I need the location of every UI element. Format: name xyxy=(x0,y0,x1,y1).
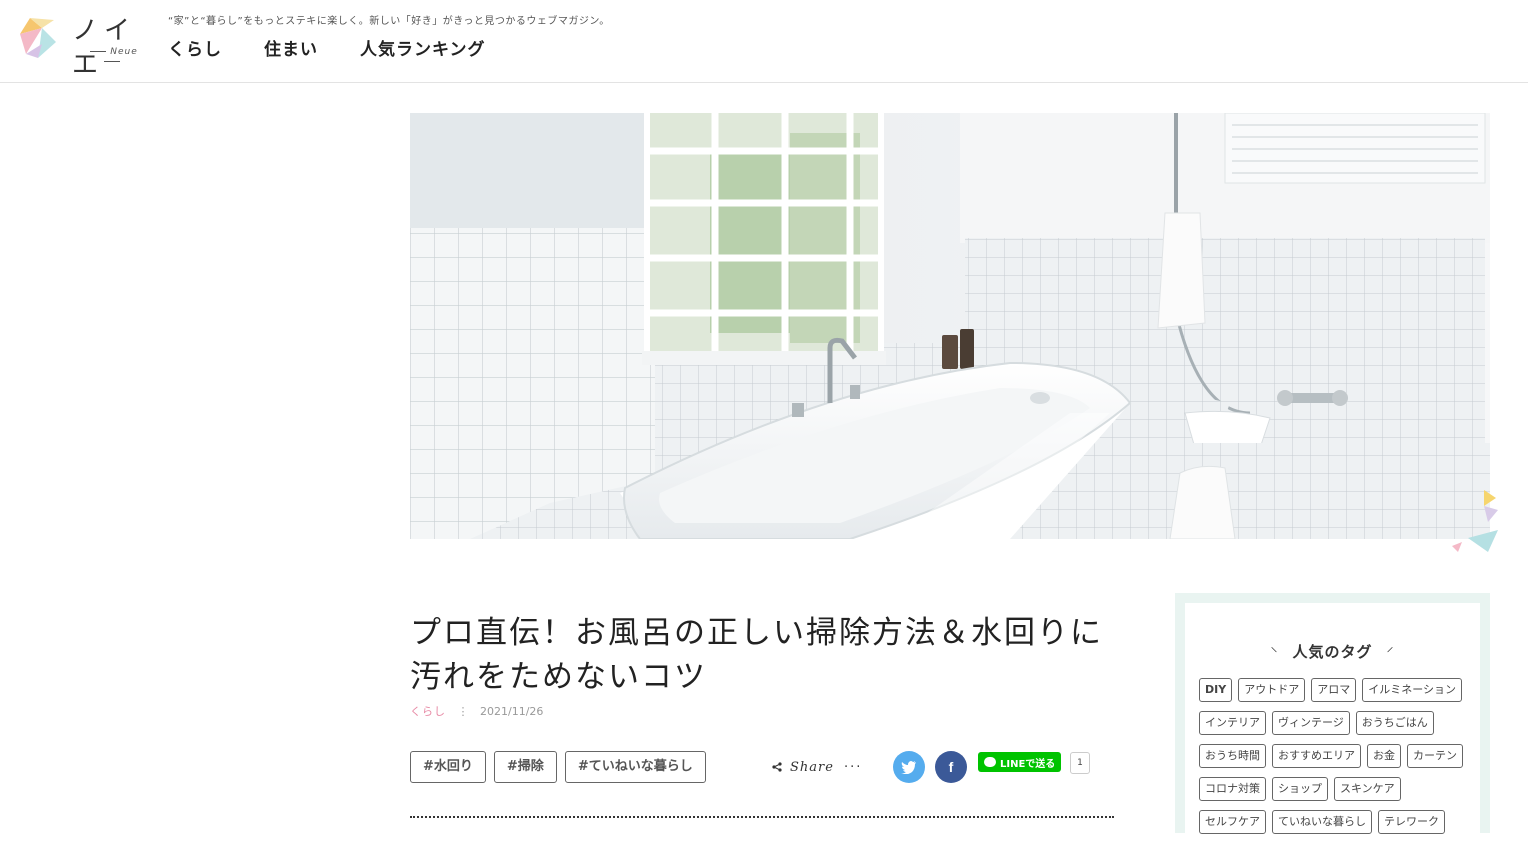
article-meta: くらし ⋮ 2021/11/26 xyxy=(410,703,543,719)
hero-decoration-icon xyxy=(1452,490,1498,552)
popular-tag[interactable]: アウトドア xyxy=(1238,678,1306,702)
popular-tag[interactable]: おうち時間 xyxy=(1199,744,1266,768)
line-share-count: 1 xyxy=(1070,752,1090,774)
facebook-share-button[interactable]: f xyxy=(935,751,967,783)
article-tag[interactable]: #水回り xyxy=(410,751,486,783)
share-icon xyxy=(772,762,782,772)
nav-item-kurashi[interactable]: くらし xyxy=(168,36,222,64)
line-share-label: LINEで送る xyxy=(1000,758,1056,770)
popular-tag[interactable]: コロナ対策 xyxy=(1199,777,1266,801)
article-tag[interactable]: #ていねいな暮らし xyxy=(564,751,706,783)
popular-tag[interactable]: セルフケア xyxy=(1199,810,1266,834)
main-nav: くらし 住まい 人気ランキング xyxy=(168,36,528,64)
site-logo[interactable]: ノイエ Neue xyxy=(16,14,152,80)
nav-item-ranking[interactable]: 人気ランキング xyxy=(360,36,486,64)
site-tagline: “家”と“暮らし”をもっとステキに楽しく。新しい「好き」がきっと見つかるウェブマ… xyxy=(168,16,610,27)
nav-item-sumai[interactable]: 住まい xyxy=(264,36,318,64)
logo-subtext: Neue xyxy=(76,47,148,67)
heading-deco-left-icon: ⸌ xyxy=(1270,645,1279,661)
share-bar: Share ··· xyxy=(772,752,862,782)
popular-tags-panel: ⸌ 人気のタグ ⸍ DIY アウトドア アロマ イルミネーション インテリア ヴィン… xyxy=(1185,603,1480,843)
site-header: ノイエ Neue “家”と“暮らし”をもっとステキに楽しく。新しい「好き」がきっ… xyxy=(0,0,1528,83)
popular-tags-title: 人気のタグ xyxy=(1292,643,1373,661)
popular-tag[interactable]: スキンケア xyxy=(1334,777,1401,801)
line-share-button[interactable]: LINEで送る xyxy=(978,752,1062,772)
article-divider xyxy=(410,816,1114,818)
hero-image xyxy=(410,113,1490,539)
popular-tag[interactable]: イルミネーション xyxy=(1362,678,1462,702)
line-icon xyxy=(984,757,996,767)
popular-tags-widget: ⸌ 人気のタグ ⸍ DIY アウトドア アロマ イルミネーション インテリア ヴィン… xyxy=(1175,593,1490,843)
article-tags: #水回り #掃除 #ていねいな暮らし xyxy=(410,751,714,783)
meta-separator: ⋮ xyxy=(457,705,469,718)
popular-tag[interactable]: おうちごはん xyxy=(1355,711,1434,735)
article-date: 2021/11/26 xyxy=(480,705,544,718)
popular-tag[interactable]: ていねいな暮らし xyxy=(1272,810,1372,834)
share-label: Share xyxy=(790,759,834,775)
article-title: プロ直伝！お風呂の正しい掃除方法＆水回りに汚れをためないコツ xyxy=(410,614,1103,695)
popular-tag[interactable]: おすすめエリア xyxy=(1272,744,1361,768)
popular-tag[interactable]: アロマ xyxy=(1311,678,1357,702)
popular-tags-list: DIY アウトドア アロマ イルミネーション インテリア ヴィンテージ おうちご… xyxy=(1199,678,1469,843)
heading-deco-right-icon: ⸍ xyxy=(1386,645,1395,661)
twitter-share-button[interactable] xyxy=(893,751,925,783)
facebook-icon: f xyxy=(948,759,954,775)
popular-tag[interactable]: DIY xyxy=(1199,678,1233,702)
popular-tag[interactable]: テレワーク xyxy=(1378,810,1445,834)
logo-mark-icon xyxy=(20,18,56,58)
popular-tag[interactable]: ヴィンテージ xyxy=(1272,711,1350,735)
popular-tag[interactable]: インテリア xyxy=(1199,711,1266,735)
article-category[interactable]: くらし xyxy=(410,705,446,718)
popular-tag[interactable]: ショップ xyxy=(1272,777,1328,801)
twitter-icon xyxy=(901,761,916,774)
article-tag[interactable]: #掃除 xyxy=(493,751,557,783)
popular-tag[interactable]: お金 xyxy=(1367,744,1401,768)
popular-tags-heading: ⸌ 人気のタグ ⸍ xyxy=(1185,641,1480,662)
bathroom-photo xyxy=(410,113,1490,539)
popular-tag[interactable]: カーテン xyxy=(1407,744,1463,768)
share-dots: ··· xyxy=(843,759,863,775)
